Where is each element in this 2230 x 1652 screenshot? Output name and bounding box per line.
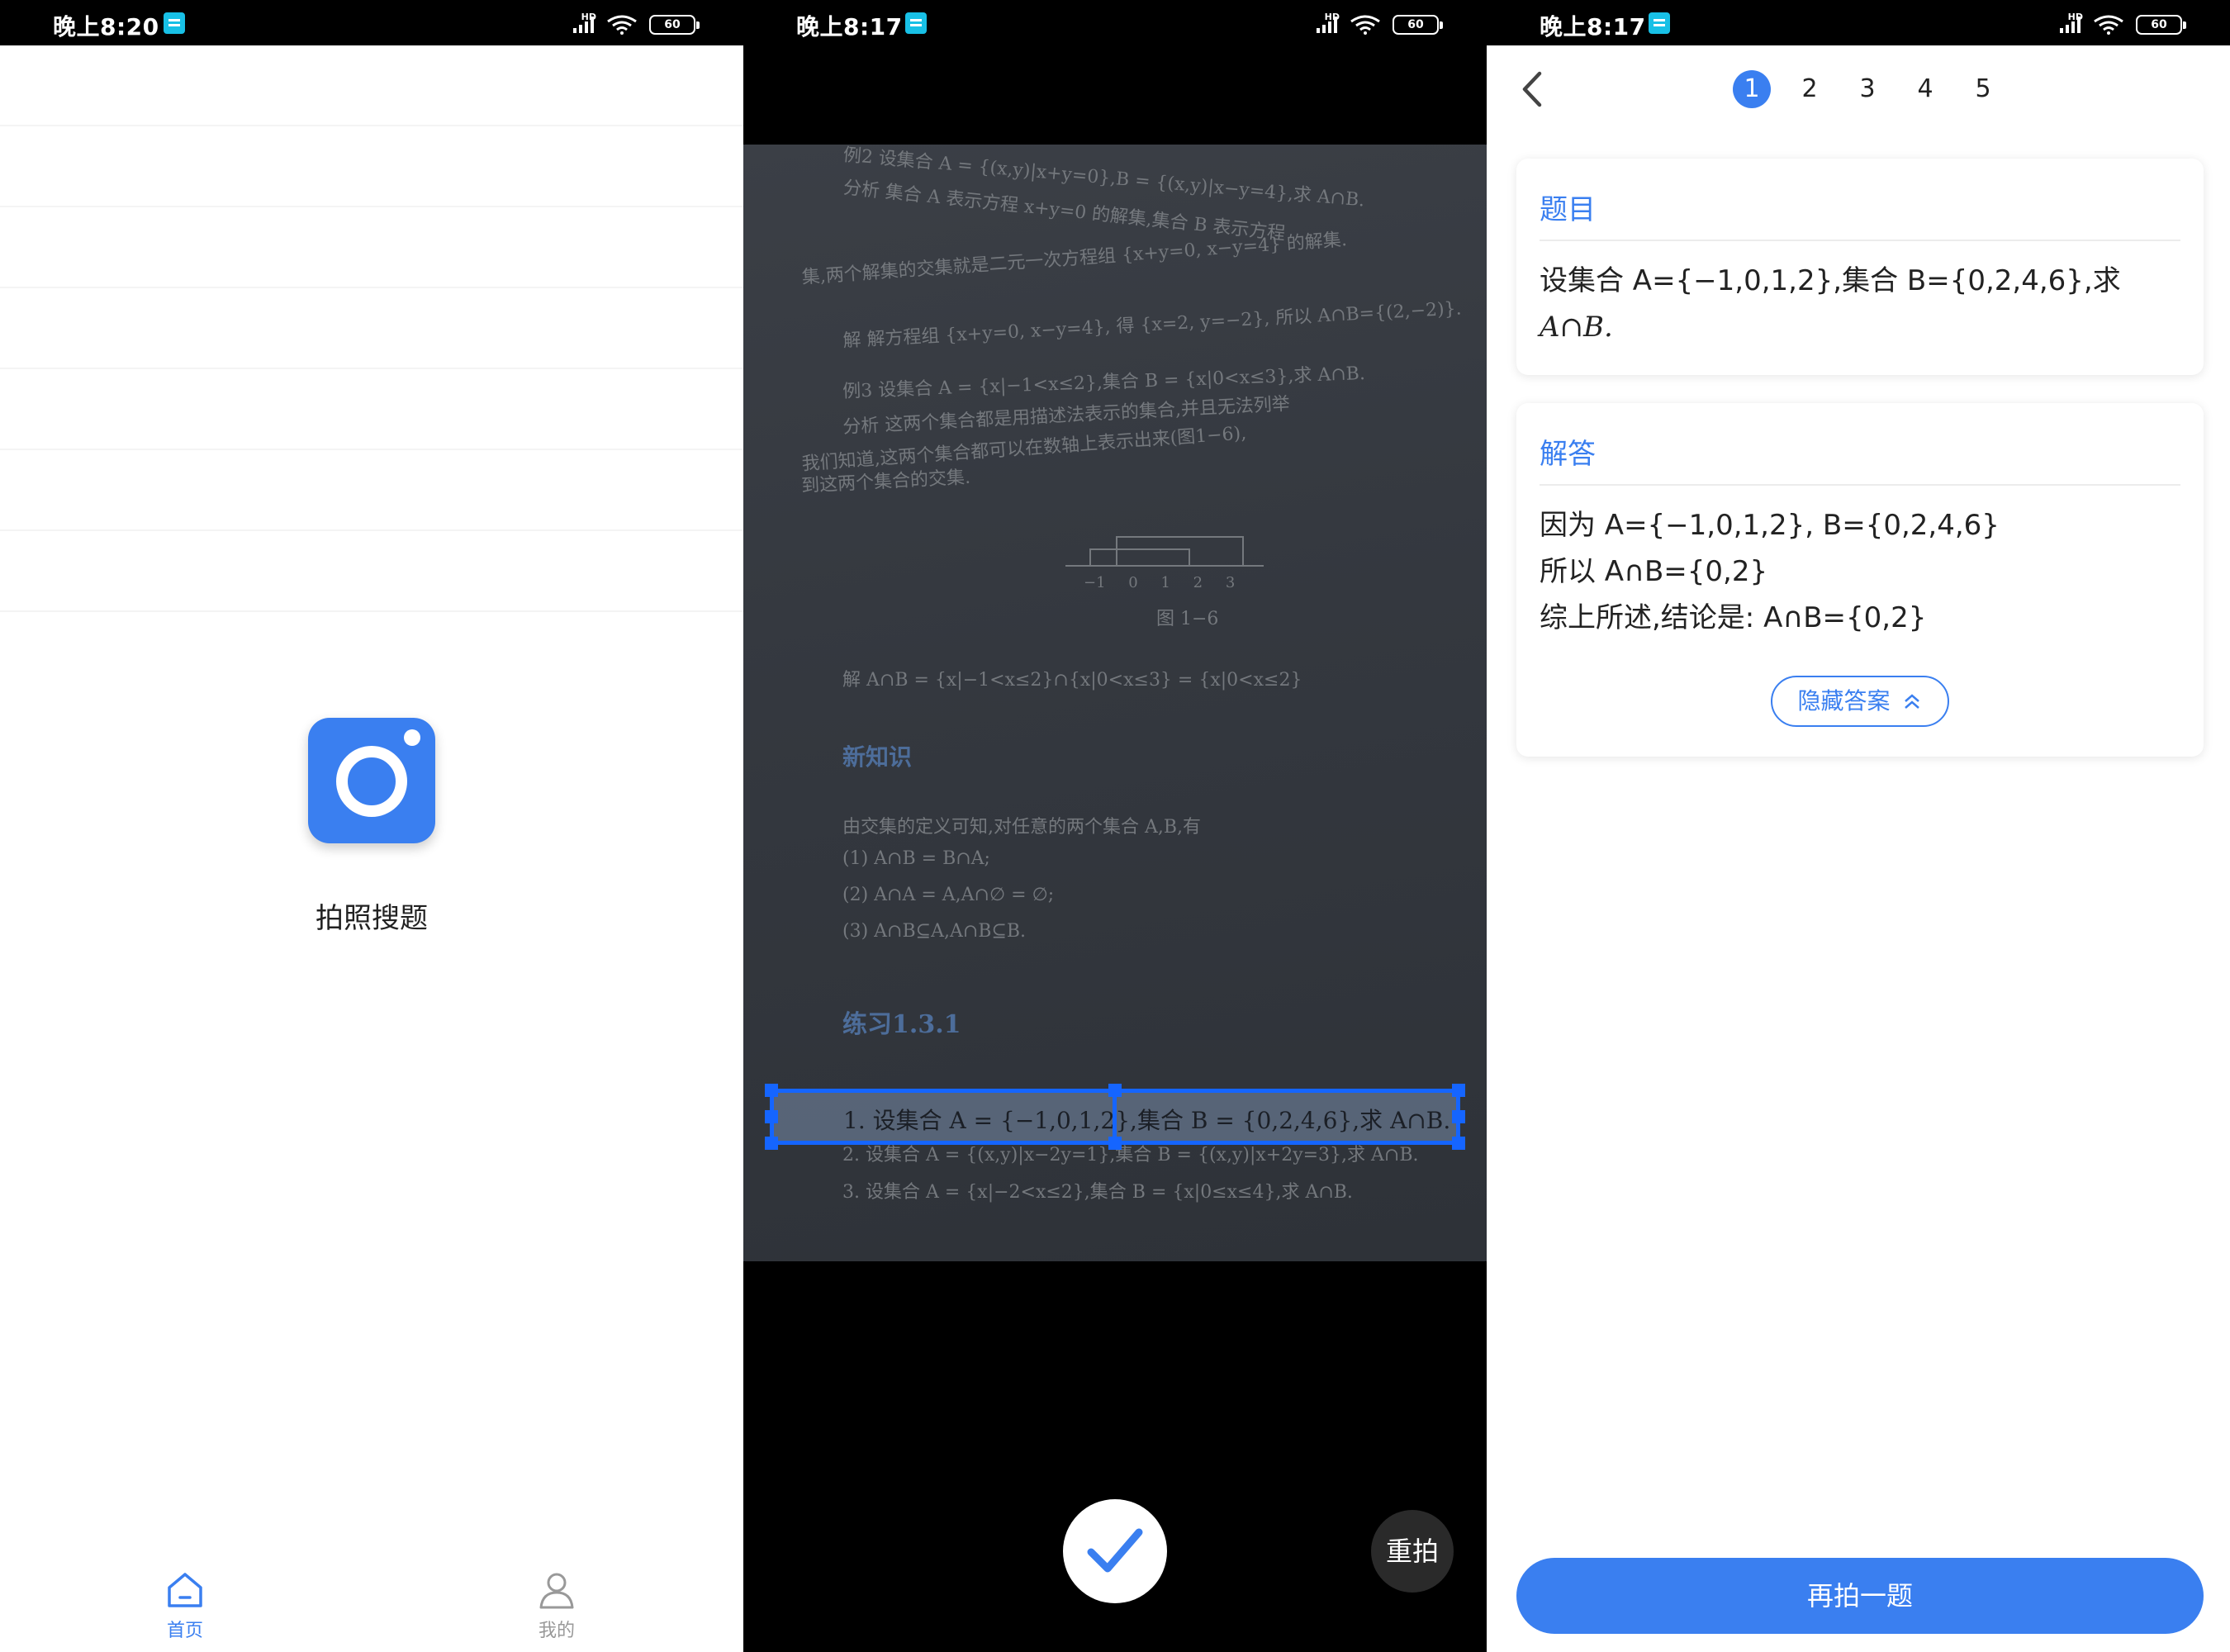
question-text: 设集合 A={−1,0,1,2},集合 B={0,2,4,6},求 A∩B. [1540,258,2180,350]
new-knowledge-heading: 新知识 [842,743,913,771]
wifi-icon [607,15,637,35]
bottom-tab-bar: 首页 我的 [0,1545,743,1652]
axis-tick: 2 [1193,574,1203,591]
knowledge-line: (1) A∩B = B∩A; [842,848,990,869]
knowledge-line: (3) A∩B⊆A,A∩B⊆B. [842,921,1027,942]
hide-answer-button[interactable]: 隐藏答案 [1771,676,1949,727]
status-bar: 晚上8:17 HD 60 [1487,0,2230,45]
figure-caption: 图 1−6 [1156,609,1219,629]
page-line: 解 解方程组 {x+y=0, x−y=4}, 得 {x=2, y=−2}, 所以… [842,298,1463,352]
answer-screen: 晚上8:17 HD 60 1 2 3 4 5 题目 设集合 A={−1,0,1,… [1487,0,2230,1652]
crop-handle-top-right[interactable] [1452,1084,1465,1097]
signal-icon [2060,17,2085,33]
camera-search-button[interactable] [308,718,435,843]
axis-tick: 1 [1160,574,1170,591]
battery-icon: 60 [2136,15,2186,35]
user-icon [539,1573,574,1609]
tab-home[interactable]: 首页 [102,1569,268,1642]
wifi-icon [2094,15,2123,35]
axis-tick: 3 [1225,574,1236,591]
signal-icon [573,17,598,33]
home-screen: 晚上8:20 HD 60 拍照搜题 首页 我的 [0,0,743,1652]
divider [1540,484,2180,486]
axis-tick: 0 [1128,574,1138,591]
page-line: 集,两个解集的交集就是二元一次方程组 {x+y=0, x−y=4} 的解集. [801,229,1348,289]
exercise-heading: 练习1.3.1 [842,1010,961,1039]
question-line: A∩B. [1540,311,1613,344]
answer-card: 解答 因为 A={−1,0,1,2}, B={0,2,4,6} 所以 A∩B={… [1516,403,2204,757]
page-3[interactable]: 3 [1848,70,1886,108]
screenshot-collage: 晚上8:20 HD 60 拍照搜题 首页 我的 晚上8:17 HD 60 例2 … [0,0,2230,1652]
signal-icon [1317,17,1341,33]
battery-icon: 60 [649,15,700,35]
answer-title: 解答 [1540,438,1596,471]
answer-line: 因为 A={−1,0,1,2}, B={0,2,4,6} [1540,509,2000,542]
knowledge-line: (2) A∩A = A,A∩∅ = ∅; [842,885,1055,905]
status-icons: HD 60 [1290,10,1443,36]
double-chevron-up-icon [1905,694,1920,709]
camera-search-label: 拍照搜题 [316,902,428,935]
message-notification-icon [905,12,927,34]
message-notification-icon [1649,12,1670,34]
axis-tick: −1 [1084,574,1106,591]
check-icon [1087,1528,1143,1573]
question-title: 题目 [1540,193,1596,226]
back-arrow-icon[interactable] [1516,69,1549,110]
exercise-line: 3. 设集合 A = {x|−2<x≤2},集合 B = {x|0≤x≤4},求… [842,1182,1353,1203]
tab-mine-label: 我的 [538,1621,575,1641]
background-lines [0,45,743,624]
take-another-photo-button[interactable]: 再拍一题 [1516,1558,2204,1634]
retake-button[interactable]: 重拍 [1371,1510,1454,1593]
answer-line: 所以 A∩B={0,2} [1540,555,1768,588]
tab-home-label: 首页 [166,1621,203,1641]
message-notification-icon [164,12,185,34]
status-icons: HD 60 [2033,10,2186,36]
status-time: 晚上8:17 [796,13,903,40]
crop-handle-right[interactable] [1452,1110,1465,1123]
status-bar: 晚上8:20 HD 60 [0,0,743,45]
question-card: 题目 设集合 A={−1,0,1,2},集合 B={0,2,4,6},求 A∩B… [1516,159,2204,375]
confirm-crop-button[interactable] [1063,1499,1167,1603]
tab-mine[interactable]: 我的 [474,1569,639,1642]
question-line: 设集合 A={−1,0,1,2},集合 B={0,2,4,6},求 [1540,264,2121,297]
answer-text: 因为 A={−1,0,1,2}, B={0,2,4,6} 所以 A∩B={0,2… [1540,502,2180,641]
crop-handle-bottom-left[interactable] [765,1137,778,1150]
page-5[interactable]: 5 [1964,70,2002,108]
page-1[interactable]: 1 [1733,70,1771,108]
answer-nav-bar: 1 2 3 4 5 [1487,45,2230,136]
hide-answer-label: 隐藏答案 [1797,687,1891,714]
knowledge-line: 由交集的定义可知,对任意的两个集合 A,B,有 [842,817,1202,838]
crop-selection-box[interactable]: 1. 设集合 A = {−1,0,1,2},集合 B = {0,2,4,6},求… [765,1084,1465,1150]
status-time: 晚上8:17 [1540,13,1646,40]
battery-icon: 60 [1393,15,1443,35]
selected-question-text: 1. 设集合 A = {−1,0,1,2},集合 B = {0,2,4,6},求… [843,1107,1451,1134]
answer-line: 综上所述,结论是: A∩B={0,2} [1540,601,1927,634]
crop-handle-bottom[interactable] [1108,1137,1122,1150]
status-time: 晚上8:20 [53,13,159,40]
home-icon [168,1573,202,1607]
crop-handle-left[interactable] [765,1110,778,1123]
crop-handle-top[interactable] [1108,1084,1122,1097]
status-icons: HD 60 [547,10,700,36]
wifi-icon [1350,15,1380,35]
axis-tick-labels: −1 0 1 2 3 [1084,574,1235,591]
status-bar: 晚上8:17 HD 60 [743,0,1487,45]
capture-screen: 晚上8:17 HD 60 例2 设集合 A = {(x,y)|x+y=0},B … [743,0,1487,1652]
page-2[interactable]: 2 [1791,70,1829,108]
crop-handle-top-left[interactable] [765,1084,778,1097]
camera-icon [336,746,407,817]
crop-handle-bottom-right[interactable] [1452,1137,1465,1150]
camera-flash-dot [404,729,420,746]
page-4[interactable]: 4 [1906,70,1944,108]
divider [1540,240,2180,241]
solution-line: 解 A∩B = {x|−1<x≤2}∩{x|0<x≤3} = {x|0<x≤2} [842,670,1302,691]
